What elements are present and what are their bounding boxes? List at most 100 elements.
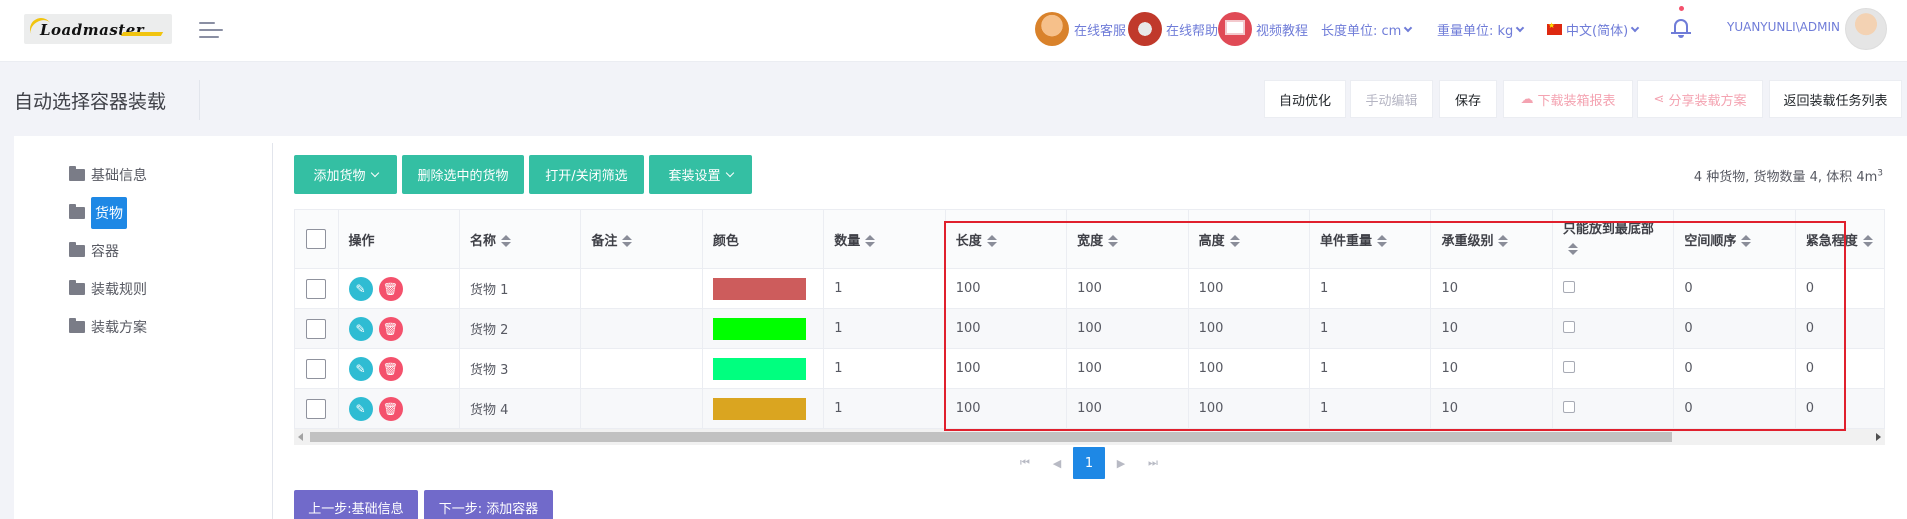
col-urgency[interactable]: 紧急程度 xyxy=(1794,209,1886,269)
sidebar-item-basic-info[interactable]: 基础信息 xyxy=(69,160,147,190)
delete-trash-icon[interactable]: 🗑 xyxy=(378,316,403,341)
col-quantity[interactable]: 数量 xyxy=(823,209,946,269)
row-checkbox[interactable] xyxy=(306,318,327,339)
kit-settings-label: 套装设置 xyxy=(668,169,721,184)
cell-note xyxy=(580,268,703,309)
sort-icon xyxy=(1567,242,1578,255)
col-length[interactable]: 长度 xyxy=(944,209,1068,269)
edit-pencil-icon[interactable]: ✎ xyxy=(348,396,373,421)
user-avatar[interactable] xyxy=(1845,8,1887,50)
page-title: 自动选择容器装载 xyxy=(14,91,167,113)
cell-length: 100 xyxy=(944,308,1068,349)
top-only-checkbox[interactable] xyxy=(1562,280,1575,293)
add-cargo-label: 添加货物 xyxy=(313,169,366,184)
download-report-button[interactable]: ☁ 下载装箱报表 xyxy=(1503,80,1633,118)
notification-bell-icon[interactable] xyxy=(1671,6,1691,38)
page-button-current[interactable]: 1 xyxy=(1073,447,1105,479)
col-width[interactable]: 宽度 xyxy=(1066,209,1189,269)
auto-optimize-button[interactable]: 自动优化 xyxy=(1264,80,1346,118)
summary-superscript: 3 xyxy=(1877,168,1883,179)
edit-pencil-icon[interactable]: ✎ xyxy=(348,316,373,341)
col-space-order-label: 空间顺序 xyxy=(1684,233,1737,249)
first-page-icon[interactable]: ⏮ xyxy=(1009,447,1041,479)
select-all-checkbox[interactable] xyxy=(306,229,327,249)
weight-unit-dropdown[interactable]: 重量单位: kg xyxy=(1437,20,1525,39)
kit-settings-button[interactable]: 套装设置 xyxy=(649,155,752,194)
prev-step-button[interactable]: 上一步:基础信息 xyxy=(294,490,418,519)
col-name[interactable]: 名称 xyxy=(458,209,582,269)
col-space-order[interactable]: 空间顺序 xyxy=(1673,209,1796,269)
edit-pencil-icon[interactable]: ✎ xyxy=(348,276,373,301)
sidebar-item-label: 容器 xyxy=(91,244,119,260)
sidebar-item-loading-plan[interactable]: 装载方案 xyxy=(69,312,147,342)
top-only-checkbox[interactable] xyxy=(1562,400,1575,413)
sidebar-item-container[interactable]: 容器 xyxy=(69,236,119,266)
col-ops: 操作 xyxy=(337,209,460,269)
col-load-bearing-label: 承重级别 xyxy=(1441,233,1494,249)
sidebar-item-cargo[interactable]: 货物 xyxy=(69,197,127,229)
cell-urgency: 0 xyxy=(1794,308,1886,349)
save-button[interactable]: 保存 xyxy=(1439,80,1497,118)
sidebar-item-loading-rules[interactable]: 装载规则 xyxy=(69,274,147,304)
online-service-avatar-icon[interactable] xyxy=(1035,12,1069,46)
col-load-bearing[interactable]: 承重级别 xyxy=(1430,209,1553,269)
length-unit-dropdown[interactable]: 长度单位: cm xyxy=(1321,20,1413,39)
folder-icon xyxy=(69,242,85,257)
language-dropdown[interactable]: 中文(简体) xyxy=(1547,20,1640,39)
delete-selected-button[interactable]: 删除选中的货物 xyxy=(402,155,524,194)
online-help-avatar-icon[interactable] xyxy=(1128,12,1162,46)
cell-top-only xyxy=(1551,388,1675,429)
manual-edit-button[interactable]: 手动编辑 xyxy=(1350,80,1433,118)
col-top-only[interactable]: 只能放到最底部 xyxy=(1551,209,1675,269)
col-top-only-label: 只能放到最底部 xyxy=(1562,222,1654,237)
sort-icon xyxy=(1108,235,1119,247)
col-height[interactable]: 高度 xyxy=(1187,209,1311,269)
col-unit-weight[interactable]: 单件重量 xyxy=(1309,209,1432,269)
next-page-icon[interactable]: ▶ xyxy=(1105,447,1137,479)
menu-toggle-icon[interactable] xyxy=(199,22,223,38)
add-cargo-button[interactable]: 添加货物 xyxy=(294,155,397,194)
online-service-link[interactable]: 在线客服 xyxy=(1074,20,1126,39)
video-tutorial-icon[interactable] xyxy=(1218,12,1252,46)
online-help-link[interactable]: 在线帮助 xyxy=(1166,20,1218,39)
cell-top-only xyxy=(1551,348,1675,389)
last-page-icon[interactable]: ⏭ xyxy=(1137,447,1169,479)
top-only-checkbox[interactable] xyxy=(1562,320,1575,333)
video-tutorial-link[interactable]: 视频教程 xyxy=(1256,20,1308,39)
back-to-list-button[interactable]: 返回装载任务列表 xyxy=(1769,80,1902,118)
scroll-left-arrow-icon[interactable] xyxy=(298,433,303,441)
row-checkbox[interactable] xyxy=(306,278,327,299)
row-checkbox[interactable] xyxy=(306,398,327,419)
table-header-row: 操作 名称 备注 颜色 数量 长度 宽度 高度 单件重量 承重级别 只能放到最底… xyxy=(294,209,1886,269)
table-row: ✎ 🗑 货物 3 1 100 100 100 1 10 0 0 xyxy=(294,348,1886,389)
prev-page-icon[interactable]: ◀ xyxy=(1041,447,1073,479)
table-horizontal-scrollbar[interactable] xyxy=(294,429,1885,445)
sort-icon xyxy=(986,235,997,247)
cell-note xyxy=(580,388,703,429)
col-height-label: 高度 xyxy=(1198,233,1225,249)
chevron-down-icon xyxy=(370,168,379,177)
col-note[interactable]: 备注 xyxy=(580,209,703,269)
row-checkbox[interactable] xyxy=(306,358,327,379)
top-only-checkbox[interactable] xyxy=(1562,360,1575,373)
notification-dot xyxy=(1679,6,1684,11)
loadmaster-logo[interactable]: Loadmaster xyxy=(24,14,172,44)
scroll-right-arrow-icon[interactable] xyxy=(1876,433,1881,441)
sidebar-item-label: 装载方案 xyxy=(91,320,147,336)
scrollbar-thumb[interactable] xyxy=(310,432,1672,442)
delete-trash-icon[interactable]: 🗑 xyxy=(378,396,403,421)
toggle-filter-button[interactable]: 打开/关闭筛选 xyxy=(529,155,644,194)
sidebar-item-label: 装载规则 xyxy=(91,282,147,298)
delete-trash-icon[interactable]: 🗑 xyxy=(378,276,403,301)
delete-trash-icon[interactable]: 🗑 xyxy=(378,356,403,381)
next-step-button[interactable]: 下一步: 添加容器 xyxy=(424,490,553,519)
cell-urgency: 0 xyxy=(1794,348,1886,389)
cell-top-only xyxy=(1551,308,1675,349)
share-plan-label: 分享装载方案 xyxy=(1668,93,1747,109)
cell-color xyxy=(701,268,825,309)
sidebar-item-label: 货物 xyxy=(91,197,127,229)
edit-pencil-icon[interactable]: ✎ xyxy=(348,356,373,381)
username-label[interactable]: YUANYUNLI\ADMIN xyxy=(1727,20,1840,34)
share-plan-button[interactable]: ⋖ 分享装载方案 xyxy=(1637,80,1763,118)
cell-unit-weight: 1 xyxy=(1309,348,1432,389)
